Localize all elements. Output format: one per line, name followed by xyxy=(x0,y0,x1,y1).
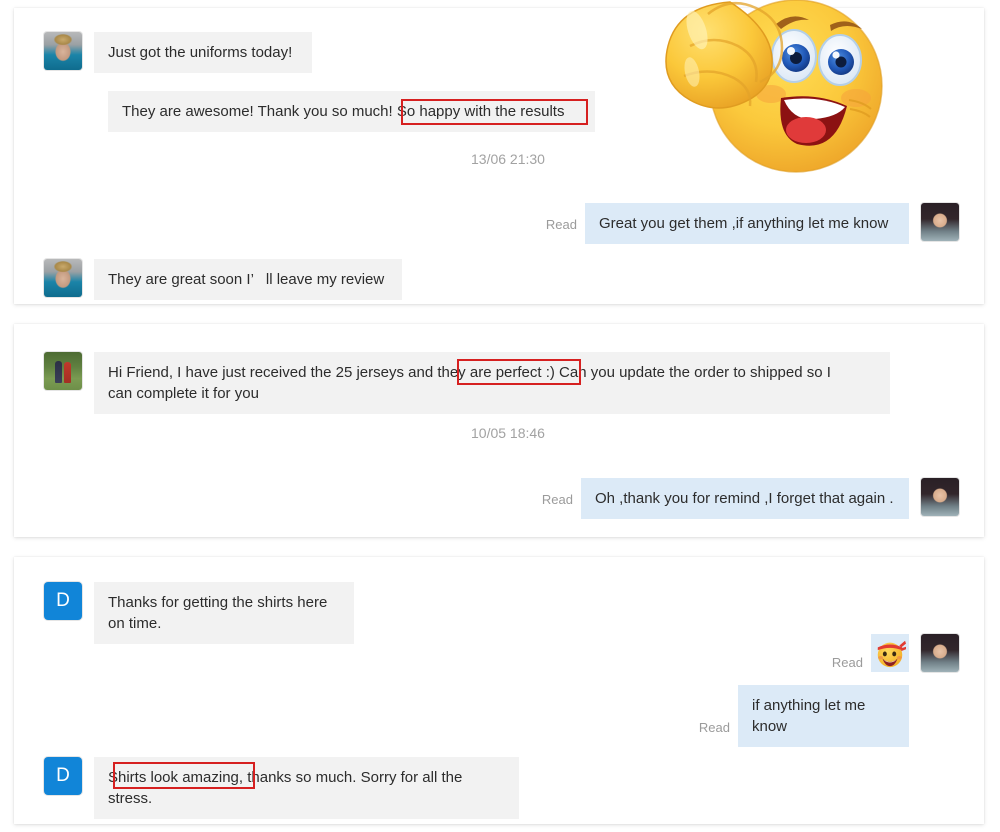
avatar[interactable] xyxy=(44,32,82,70)
message-bubble[interactable]: Just got the uniforms today! xyxy=(94,32,312,73)
message-row[interactable]: D Shirts look amazing, thanks so much. S… xyxy=(44,757,519,819)
message-bubble[interactable]: Shirts look amazing, thanks so much. Sor… xyxy=(94,757,519,819)
message-bubble[interactable]: Thanks for getting the shirts here on ti… xyxy=(94,582,354,644)
screenshot-root: Just got the uniforms today! They are aw… xyxy=(0,0,1000,832)
conversation-card-3[interactable]: D Thanks for getting the shirts here on … xyxy=(14,557,984,824)
message-row[interactable]: They are great soon I’ ll leave my revie… xyxy=(44,259,402,300)
avatar[interactable]: D xyxy=(44,757,82,795)
message-row[interactable]: Hi Friend, I have just received the 25 j… xyxy=(44,352,890,414)
read-status: Read xyxy=(832,655,863,672)
read-status: Read xyxy=(542,492,573,519)
avatar[interactable] xyxy=(921,634,959,672)
timestamp: 13/06 21:30 xyxy=(471,151,545,167)
message-bubble[interactable]: They are awesome! Thank you so much! So … xyxy=(108,91,595,132)
conversation-card-1[interactable]: Just got the uniforms today! They are aw… xyxy=(14,8,984,304)
thumbs-up-smiley-emoji xyxy=(634,0,902,186)
avatar[interactable] xyxy=(921,478,959,516)
message-bubble[interactable]: Oh ,thank you for remind ,I forget that … xyxy=(581,478,909,519)
message-row[interactable]: Read if anything let me know xyxy=(699,685,909,747)
message-row[interactable]: D Thanks for getting the shirts here on … xyxy=(44,582,354,644)
message-row[interactable]: Read Great you get them ,if anything let… xyxy=(546,203,959,244)
message-bubble[interactable]: Great you get them ,if anything let me k… xyxy=(585,203,909,244)
avatar[interactable]: D xyxy=(44,582,82,620)
message-bubble[interactable]: if anything let me know xyxy=(738,685,909,747)
message-bubble[interactable]: Hi Friend, I have just received the 25 j… xyxy=(94,352,890,414)
message-row[interactable]: They are awesome! Thank you so much! So … xyxy=(108,91,595,132)
timestamp: 10/05 18:46 xyxy=(471,425,545,441)
avatar[interactable] xyxy=(44,259,82,297)
read-status: Read xyxy=(699,720,730,747)
message-bubble[interactable]: They are great soon I’ ll leave my revie… xyxy=(94,259,402,300)
message-row[interactable]: Read xyxy=(832,634,959,672)
read-status: Read xyxy=(546,217,577,244)
message-row[interactable]: Read Oh ,thank you for remind ,I forget … xyxy=(542,478,959,519)
message-row[interactable]: Just got the uniforms today! xyxy=(44,32,312,73)
headband-determined-emoji[interactable] xyxy=(871,634,909,672)
avatar[interactable] xyxy=(44,352,82,390)
avatar[interactable] xyxy=(921,203,959,241)
conversation-card-2[interactable]: Hi Friend, I have just received the 25 j… xyxy=(14,324,984,537)
